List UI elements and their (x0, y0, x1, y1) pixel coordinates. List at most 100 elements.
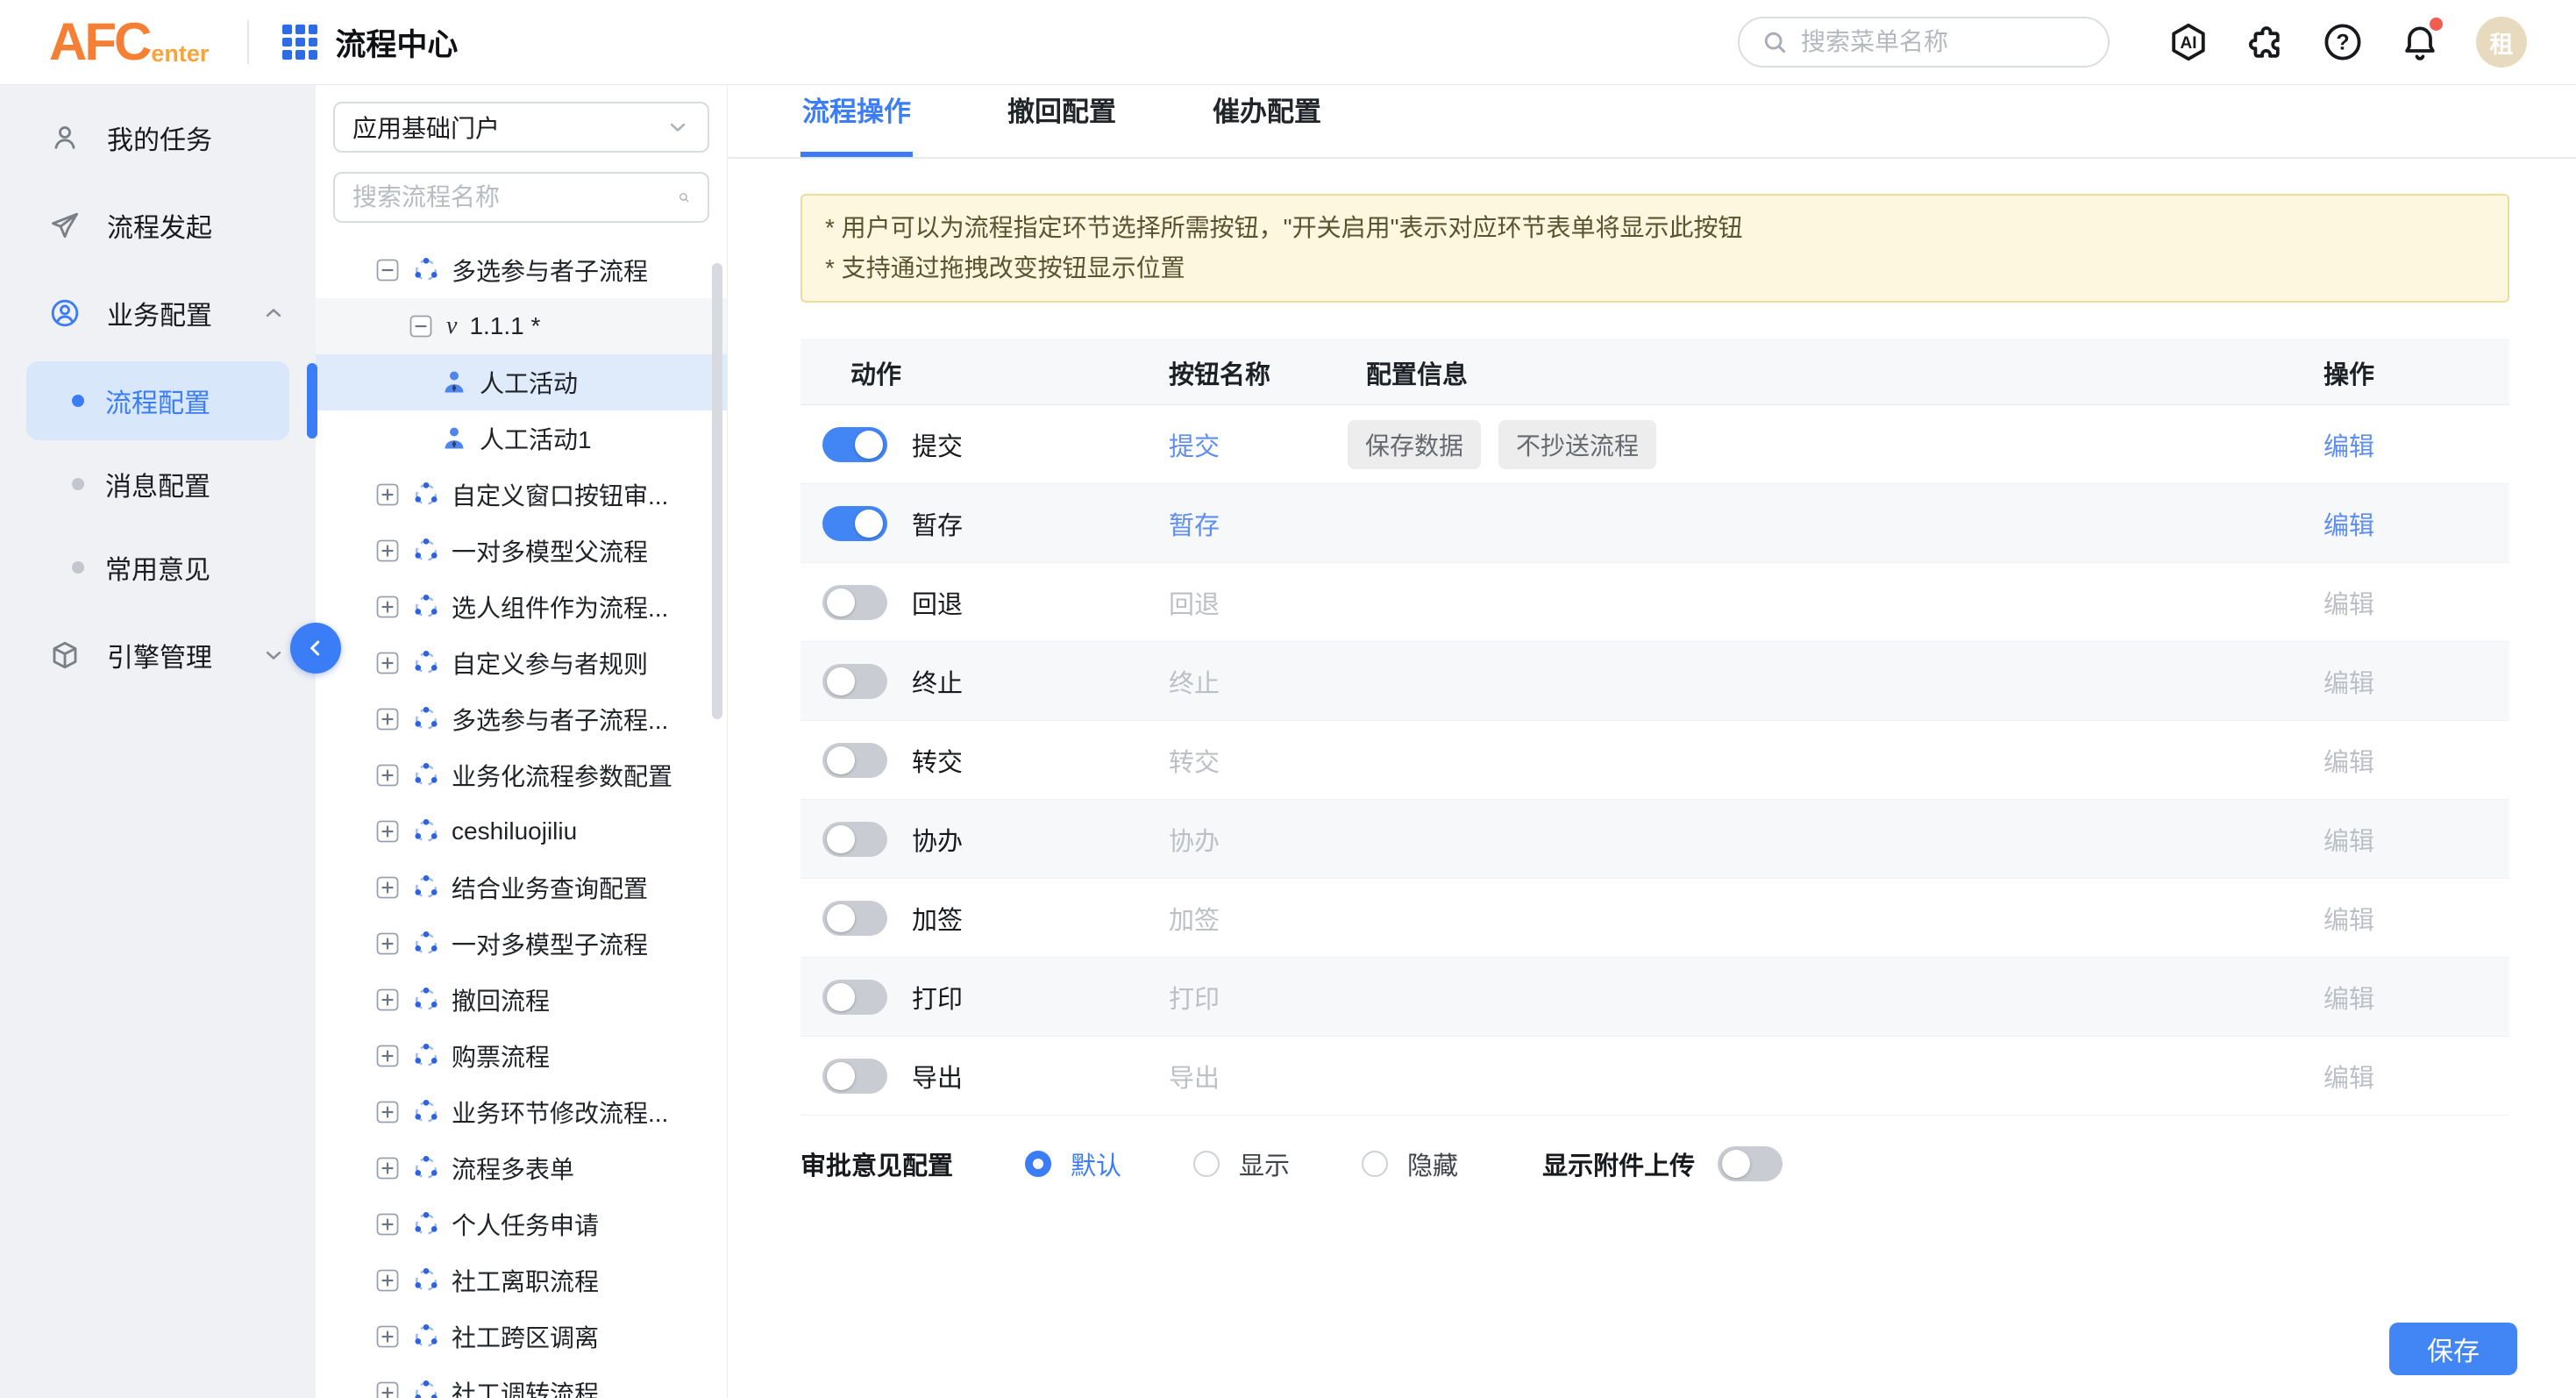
table-row-rollback: 回退 回退 编辑 (801, 563, 2509, 642)
tree-node[interactable]: 选人组件作为流程... (316, 579, 727, 635)
search-input[interactable] (1801, 28, 2087, 56)
send-icon (49, 210, 81, 241)
help-icon[interactable]: ? (2322, 21, 2364, 63)
enable-toggle[interactable] (822, 427, 887, 462)
process-search-input[interactable] (352, 183, 669, 211)
sidebar-collapse-button[interactable] (290, 623, 341, 674)
button-name-link[interactable]: 暂存 (1169, 512, 1220, 540)
expand-plus-icon[interactable] (374, 706, 401, 732)
opinion-config-row: 审批意见配置 默认 显示 隐藏 显示附件上传 (801, 1145, 2509, 1182)
enable-toggle[interactable] (822, 1059, 887, 1094)
tree-node[interactable]: 自定义参与者规则 (316, 635, 727, 691)
process-search[interactable] (333, 172, 709, 223)
app-switcher[interactable]: 流程中心 (282, 20, 458, 65)
enable-toggle[interactable] (822, 743, 887, 778)
expand-plus-icon[interactable] (374, 818, 401, 845)
cube-icon (49, 639, 81, 671)
process-tree: 多选参与者子流程 v 1.1.1 * 人工活动 人工活动1 自定义窗口按钮审..… (316, 242, 727, 1398)
tree-node[interactable]: 购票流程 (316, 1028, 727, 1084)
tree-node[interactable]: 一对多模型父流程 (316, 523, 727, 579)
attachment-upload-toggle[interactable] (1718, 1146, 1783, 1181)
expand-plus-icon[interactable] (374, 1043, 401, 1069)
tree-node[interactable]: 撤回流程 (316, 972, 727, 1028)
collapse-minus-icon[interactable] (374, 257, 401, 283)
enable-toggle[interactable] (822, 901, 887, 936)
expand-plus-icon[interactable] (374, 931, 401, 957)
table-row-print: 打印 打印 编辑 (801, 958, 2509, 1037)
tree-node[interactable]: 自定义窗口按钮审... (316, 467, 727, 523)
expand-plus-icon[interactable] (374, 1099, 401, 1125)
tree-node[interactable]: 结合业务查询配置 (316, 859, 727, 916)
button-name-link: 协办 (1169, 828, 1220, 856)
expand-plus-icon[interactable] (374, 874, 401, 901)
tree-node-activity[interactable]: 人工活动1 (316, 410, 727, 467)
tree-node-activity-selected[interactable]: 人工活动 (316, 354, 727, 410)
expand-plus-icon[interactable] (374, 1323, 401, 1350)
tree-node-clipped[interactable]: 社工调转流程 (316, 1365, 727, 1398)
enable-toggle[interactable] (822, 585, 887, 620)
sidebar-item-engine-management[interactable]: 引擎管理 (0, 611, 316, 699)
sidebar-item-message-config[interactable]: 消息配置 (26, 445, 289, 524)
expand-plus-icon[interactable] (374, 1211, 401, 1238)
enable-toggle[interactable] (822, 822, 887, 857)
radio-icon (1362, 1151, 1388, 1177)
tree-node[interactable]: 个人任务申请 (316, 1196, 727, 1252)
plugin-puzzle-icon[interactable] (2245, 21, 2287, 63)
expand-plus-icon[interactable] (374, 594, 401, 620)
expand-plus-icon[interactable] (374, 1380, 401, 1398)
tab-bar: 流程操作 撤回配置 催办配置 (728, 85, 2576, 159)
expand-plus-icon[interactable] (374, 538, 401, 564)
tab-urge-config[interactable]: 催办配置 (1211, 89, 1323, 157)
expand-plus-icon[interactable] (374, 1267, 401, 1294)
tree-node[interactable]: 社工离职流程 (316, 1252, 727, 1309)
collapse-minus-icon[interactable] (408, 313, 434, 339)
expand-plus-icon[interactable] (374, 987, 401, 1013)
enable-toggle[interactable] (822, 980, 887, 1015)
tree-node[interactable]: 一对多模型子流程 (316, 916, 727, 972)
edit-link[interactable]: 编辑 (2315, 433, 2374, 461)
chevron-down-icon (261, 643, 286, 667)
tree-scrollbar[interactable] (712, 263, 722, 719)
expand-plus-icon[interactable] (374, 1155, 401, 1181)
table-row-export: 导出 导出 编辑 (801, 1037, 2509, 1116)
expand-plus-icon[interactable] (374, 481, 401, 508)
avatar[interactable]: 租 (2476, 17, 2527, 68)
edit-link[interactable]: 编辑 (2315, 512, 2374, 540)
radio-show[interactable]: 显示 (1193, 1145, 1290, 1182)
edit-link: 编辑 (2315, 749, 2374, 777)
sidebar-item-my-tasks[interactable]: 我的任务 (0, 94, 316, 182)
notification-bell-icon[interactable] (2399, 21, 2441, 63)
notice-banner: * 用户可以为流程指定环节选择所需按钮，"开关启用"表示对应环节表单将显示此按钮… (801, 194, 2509, 303)
tree-node[interactable]: 社工跨区调离 (316, 1309, 727, 1365)
enable-toggle[interactable] (822, 664, 887, 699)
tree-node[interactable]: 流程多表单 (316, 1140, 727, 1196)
button-name-link[interactable]: 提交 (1169, 433, 1220, 461)
tree-node[interactable]: 多选参与者子流程... (316, 691, 727, 747)
expand-plus-icon[interactable] (374, 650, 401, 676)
radio-hide[interactable]: 隐藏 (1362, 1145, 1458, 1182)
tree-node[interactable]: 业务化流程参数配置 (316, 747, 727, 803)
portal-select[interactable]: 应用基础门户 (333, 102, 709, 153)
sidebar-item-process-config[interactable]: 流程配置 (26, 361, 289, 440)
tab-withdraw-config[interactable]: 撤回配置 (1006, 89, 1118, 157)
sidebar-item-process-start[interactable]: 流程发起 (0, 182, 316, 269)
expand-plus-icon[interactable] (374, 762, 401, 788)
radio-default[interactable]: 默认 (1025, 1145, 1121, 1182)
tab-process-actions[interactable]: 流程操作 (801, 89, 913, 157)
app-logo[interactable]: AFC enter (49, 16, 209, 68)
table-row-terminate: 终止 终止 编辑 (801, 642, 2509, 721)
save-button[interactable]: 保存 (2389, 1323, 2517, 1375)
tree-node[interactable]: 多选参与者子流程 (316, 242, 727, 298)
process-icon (413, 538, 439, 564)
radio-icon (1025, 1151, 1051, 1177)
tree-node-version[interactable]: v 1.1.1 * (316, 298, 727, 354)
tree-node[interactable]: ceshiluojiliu (316, 803, 727, 859)
ai-assistant-icon[interactable]: AI (2167, 21, 2210, 63)
enable-toggle[interactable] (822, 506, 887, 541)
sidebar-item-common-opinions[interactable]: 常用意见 (26, 528, 289, 607)
actions-table: 动作 按钮名称 配置信息 操作 提交 提交 保存数据 不抄送流程 编辑 (801, 339, 2509, 1116)
menu-search[interactable] (1738, 17, 2110, 68)
svg-text:AI: AI (2181, 34, 2197, 53)
tree-node[interactable]: 业务环节修改流程... (316, 1084, 727, 1140)
sidebar-item-business-config[interactable]: 业务配置 (0, 269, 316, 357)
